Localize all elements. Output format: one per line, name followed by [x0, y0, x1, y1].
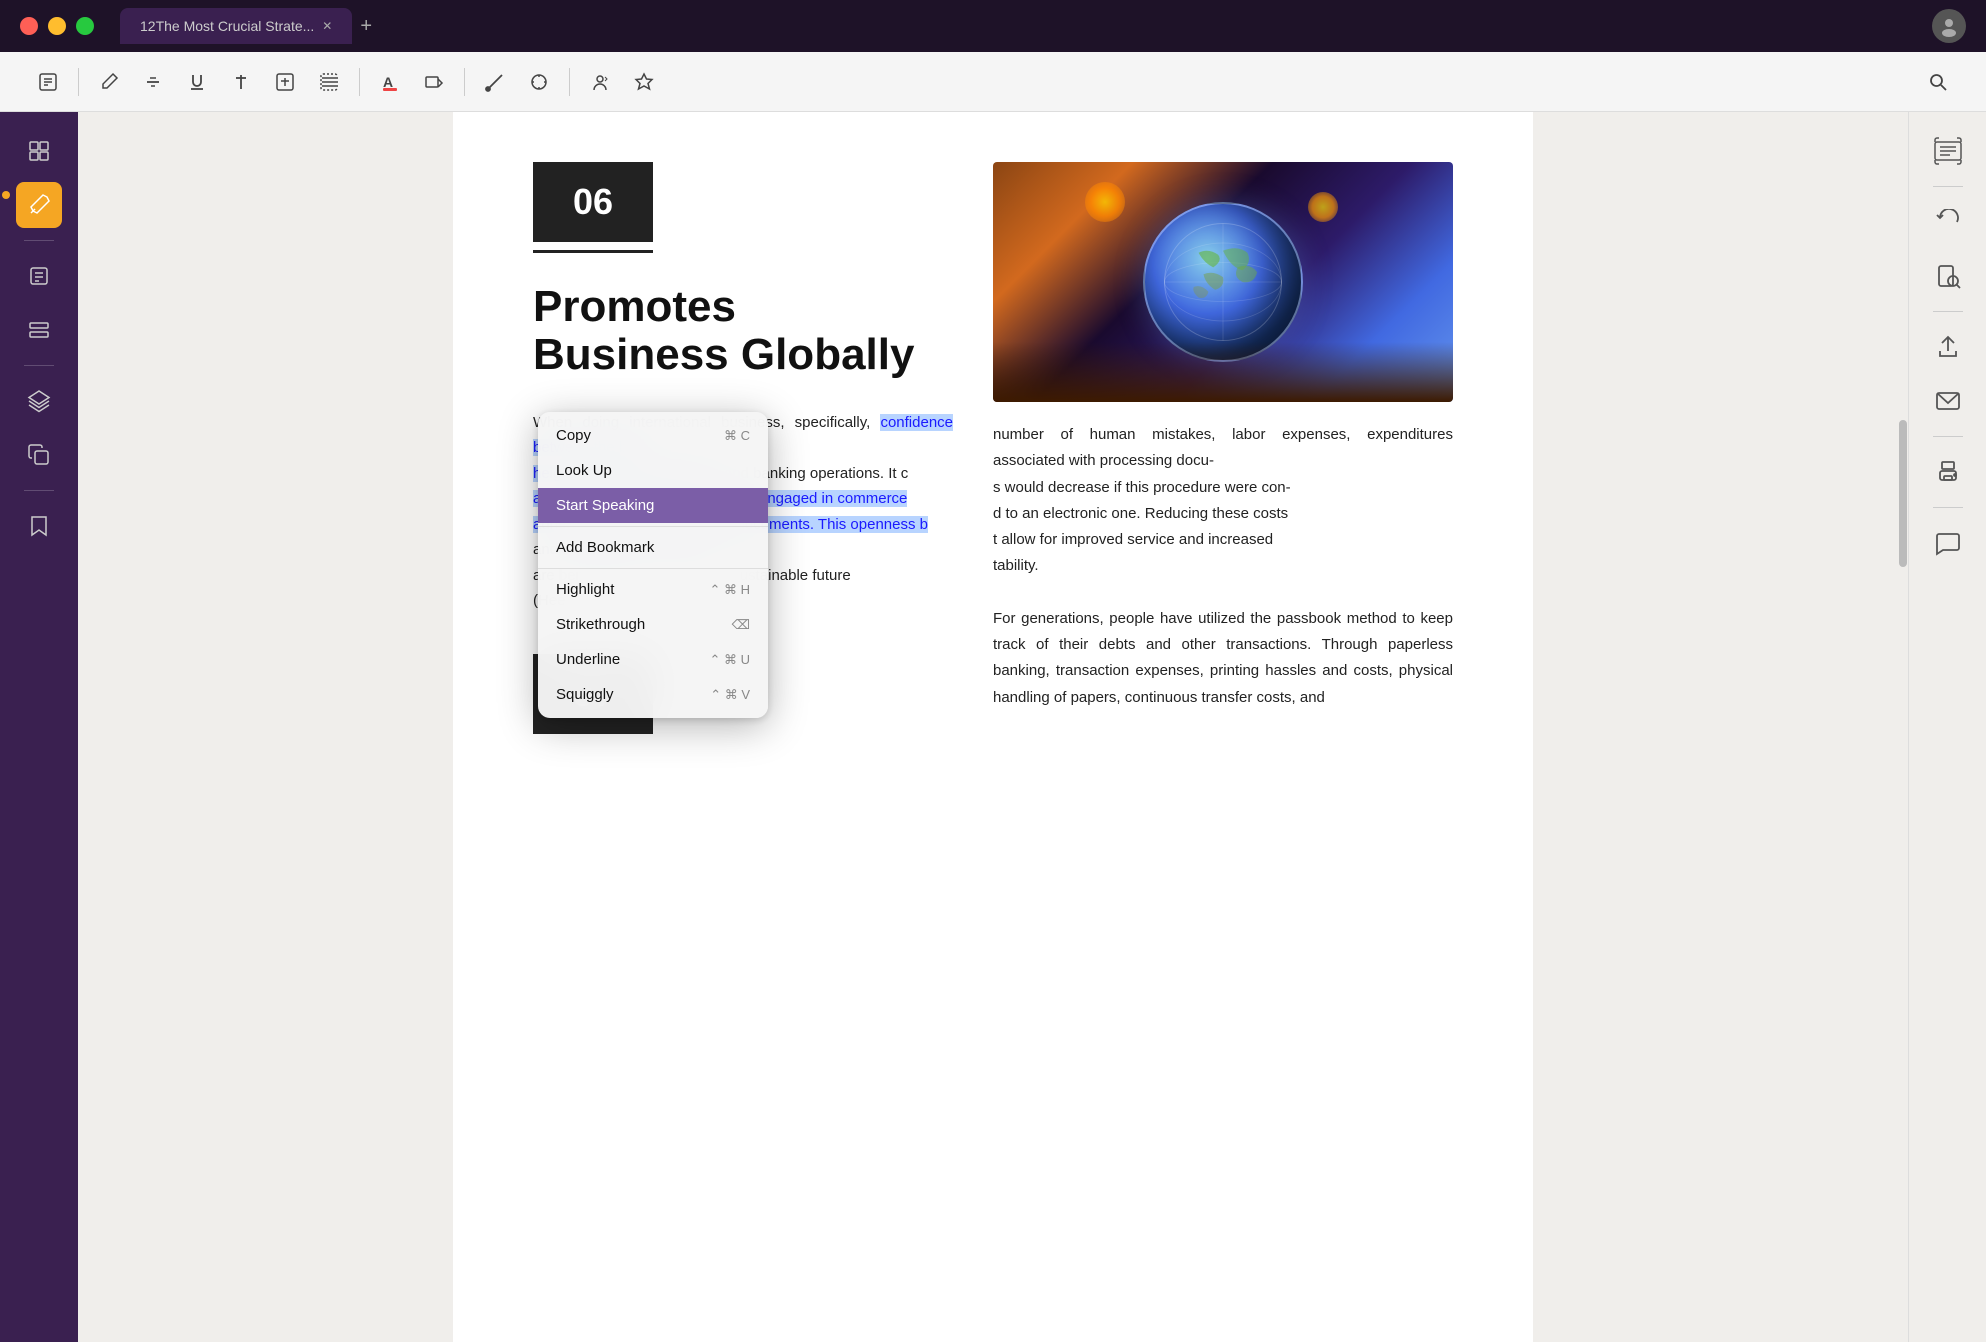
- room-background: [993, 342, 1453, 402]
- refresh-icon[interactable]: [1925, 199, 1971, 245]
- right-text-paragraph: For generations, people have utilized th…: [993, 606, 1453, 711]
- titlebar: 12The Most Crucial Strate... ✕ +: [0, 0, 1986, 52]
- menu-item-copy-label: Copy: [556, 427, 591, 444]
- search-toolbar-icon[interactable]: [1920, 64, 1956, 100]
- note-icon[interactable]: [30, 64, 66, 100]
- menu-item-highlight-label: Highlight: [556, 581, 614, 598]
- toolbar-divider-1: [78, 68, 79, 96]
- menu-item-underline-label: Underline: [556, 651, 620, 668]
- sidebar-item-notes[interactable]: [16, 253, 62, 299]
- strikethrough-icon[interactable]: [135, 64, 171, 100]
- menu-item-lookup-label: Look Up: [556, 462, 612, 479]
- toolbar-divider-4: [569, 68, 570, 96]
- right-body-text: number of human mistakes, labor expenses…: [993, 422, 1453, 711]
- text-box-icon[interactable]: [267, 64, 303, 100]
- menu-item-speak[interactable]: Start Speaking: [538, 488, 768, 523]
- comment-icon[interactable]: [1925, 520, 1971, 566]
- sidebar-divider-1: [24, 240, 54, 241]
- globe-sphere: [1143, 202, 1303, 362]
- sidebar-divider-2: [24, 365, 54, 366]
- menu-item-bookmark[interactable]: Add Bookmark: [538, 530, 768, 565]
- email-icon[interactable]: [1925, 378, 1971, 424]
- context-menu: Copy ⌘ C Look Up Start Speaking Add Book…: [538, 412, 768, 718]
- right-sidebar-divider-2: [1933, 311, 1963, 312]
- tab-title: 12The Most Crucial Strate...: [140, 18, 314, 34]
- menu-divider-2: [538, 568, 768, 569]
- shape-icon[interactable]: [521, 64, 557, 100]
- minimize-button[interactable]: [48, 17, 66, 35]
- chapter-number-box: 06: [533, 162, 653, 242]
- sidebar-item-copy[interactable]: [16, 432, 62, 478]
- maximize-button[interactable]: [76, 17, 94, 35]
- menu-item-lookup[interactable]: Look Up: [538, 453, 768, 488]
- menu-divider-1: [538, 526, 768, 527]
- menu-item-strikethrough-label: Strikethrough: [556, 616, 645, 633]
- new-tab-button[interactable]: +: [360, 15, 372, 38]
- person-icon[interactable]: [582, 64, 618, 100]
- scroll-track[interactable]: [1896, 112, 1908, 1342]
- fill-color-icon[interactable]: [416, 64, 452, 100]
- globe-visual: [993, 162, 1453, 402]
- right-sidebar-divider-3: [1933, 436, 1963, 437]
- menu-item-speak-label: Start Speaking: [556, 497, 654, 514]
- main-tab[interactable]: 12The Most Crucial Strate... ✕: [120, 8, 352, 44]
- chapter-title-line1: Promotes: [533, 282, 736, 331]
- svg-text:A: A: [383, 74, 393, 90]
- page-container: 06 Promotes Business Globally When doing…: [453, 112, 1533, 1342]
- print-icon[interactable]: [1925, 449, 1971, 495]
- search-doc-icon[interactable]: [1925, 253, 1971, 299]
- tab-close-icon[interactable]: ✕: [322, 19, 332, 33]
- menu-item-underline[interactable]: Underline ⌃ ⌘ U: [538, 642, 768, 677]
- toolbar-divider-3: [464, 68, 465, 96]
- sidebar-item-thumbnails[interactable]: [16, 128, 62, 174]
- chapter-title: Promotes Business Globally: [533, 283, 953, 380]
- scroll-thumb[interactable]: [1899, 420, 1907, 568]
- sidebar-right: [1908, 112, 1986, 1342]
- content-area: 06 Promotes Business Globally When doing…: [78, 112, 1908, 1342]
- sidebar-item-bookmark[interactable]: [16, 503, 62, 549]
- pen-icon[interactable]: [91, 64, 127, 100]
- menu-item-squiggly-shortcut: ⌃ ⌘ V: [710, 687, 750, 703]
- share-icon[interactable]: [1925, 324, 1971, 370]
- close-button[interactable]: [20, 17, 38, 35]
- text-icon[interactable]: [223, 64, 259, 100]
- menu-item-strikethrough-shortcut: ⌫: [732, 617, 750, 633]
- chapter-number: 06: [573, 181, 613, 223]
- right-column: number of human mistakes, labor expenses…: [993, 162, 1453, 734]
- list-icon[interactable]: [311, 64, 347, 100]
- sidebar-item-list[interactable]: [16, 307, 62, 353]
- lamp-light-2: [1308, 192, 1338, 222]
- toolbar: A: [0, 52, 1986, 112]
- underline-icon[interactable]: [179, 64, 215, 100]
- traffic-lights: [20, 17, 94, 35]
- text-color-icon[interactable]: A: [372, 64, 408, 100]
- menu-item-copy-shortcut: ⌘ C: [724, 428, 750, 444]
- menu-item-underline-shortcut: ⌃ ⌘ U: [709, 652, 750, 668]
- ocr-icon[interactable]: [1925, 128, 1971, 174]
- stamp-icon[interactable]: [626, 64, 662, 100]
- line-draw-icon[interactable]: [477, 64, 513, 100]
- sidebar-left: [0, 112, 78, 1342]
- avatar[interactable]: [1932, 9, 1966, 43]
- chapter-title-line2: Business Globally: [533, 330, 914, 379]
- main-area: 06 Promotes Business Globally When doing…: [0, 112, 1986, 1342]
- globe-image: [993, 162, 1453, 402]
- menu-item-bookmark-label: Add Bookmark: [556, 539, 654, 556]
- sidebar-item-highlight[interactable]: [16, 182, 62, 228]
- right-sidebar-divider-1: [1933, 186, 1963, 187]
- lamp-light-1: [1085, 182, 1125, 222]
- menu-item-highlight[interactable]: Highlight ⌃ ⌘ H: [538, 572, 768, 607]
- menu-item-squiggly[interactable]: Squiggly ⌃ ⌘ V: [538, 677, 768, 712]
- sidebar-item-layers[interactable]: [16, 378, 62, 424]
- menu-item-copy[interactable]: Copy ⌘ C: [538, 418, 768, 453]
- sidebar-divider-3: [24, 490, 54, 491]
- chapter-underline: [533, 250, 653, 253]
- menu-item-strikethrough[interactable]: Strikethrough ⌫: [538, 607, 768, 642]
- toolbar-divider-2: [359, 68, 360, 96]
- right-sidebar-divider-4: [1933, 507, 1963, 508]
- menu-item-squiggly-label: Squiggly: [556, 686, 614, 703]
- tab-bar: 12The Most Crucial Strate... ✕ +: [120, 8, 1932, 44]
- menu-item-highlight-shortcut: ⌃ ⌘ H: [709, 582, 750, 598]
